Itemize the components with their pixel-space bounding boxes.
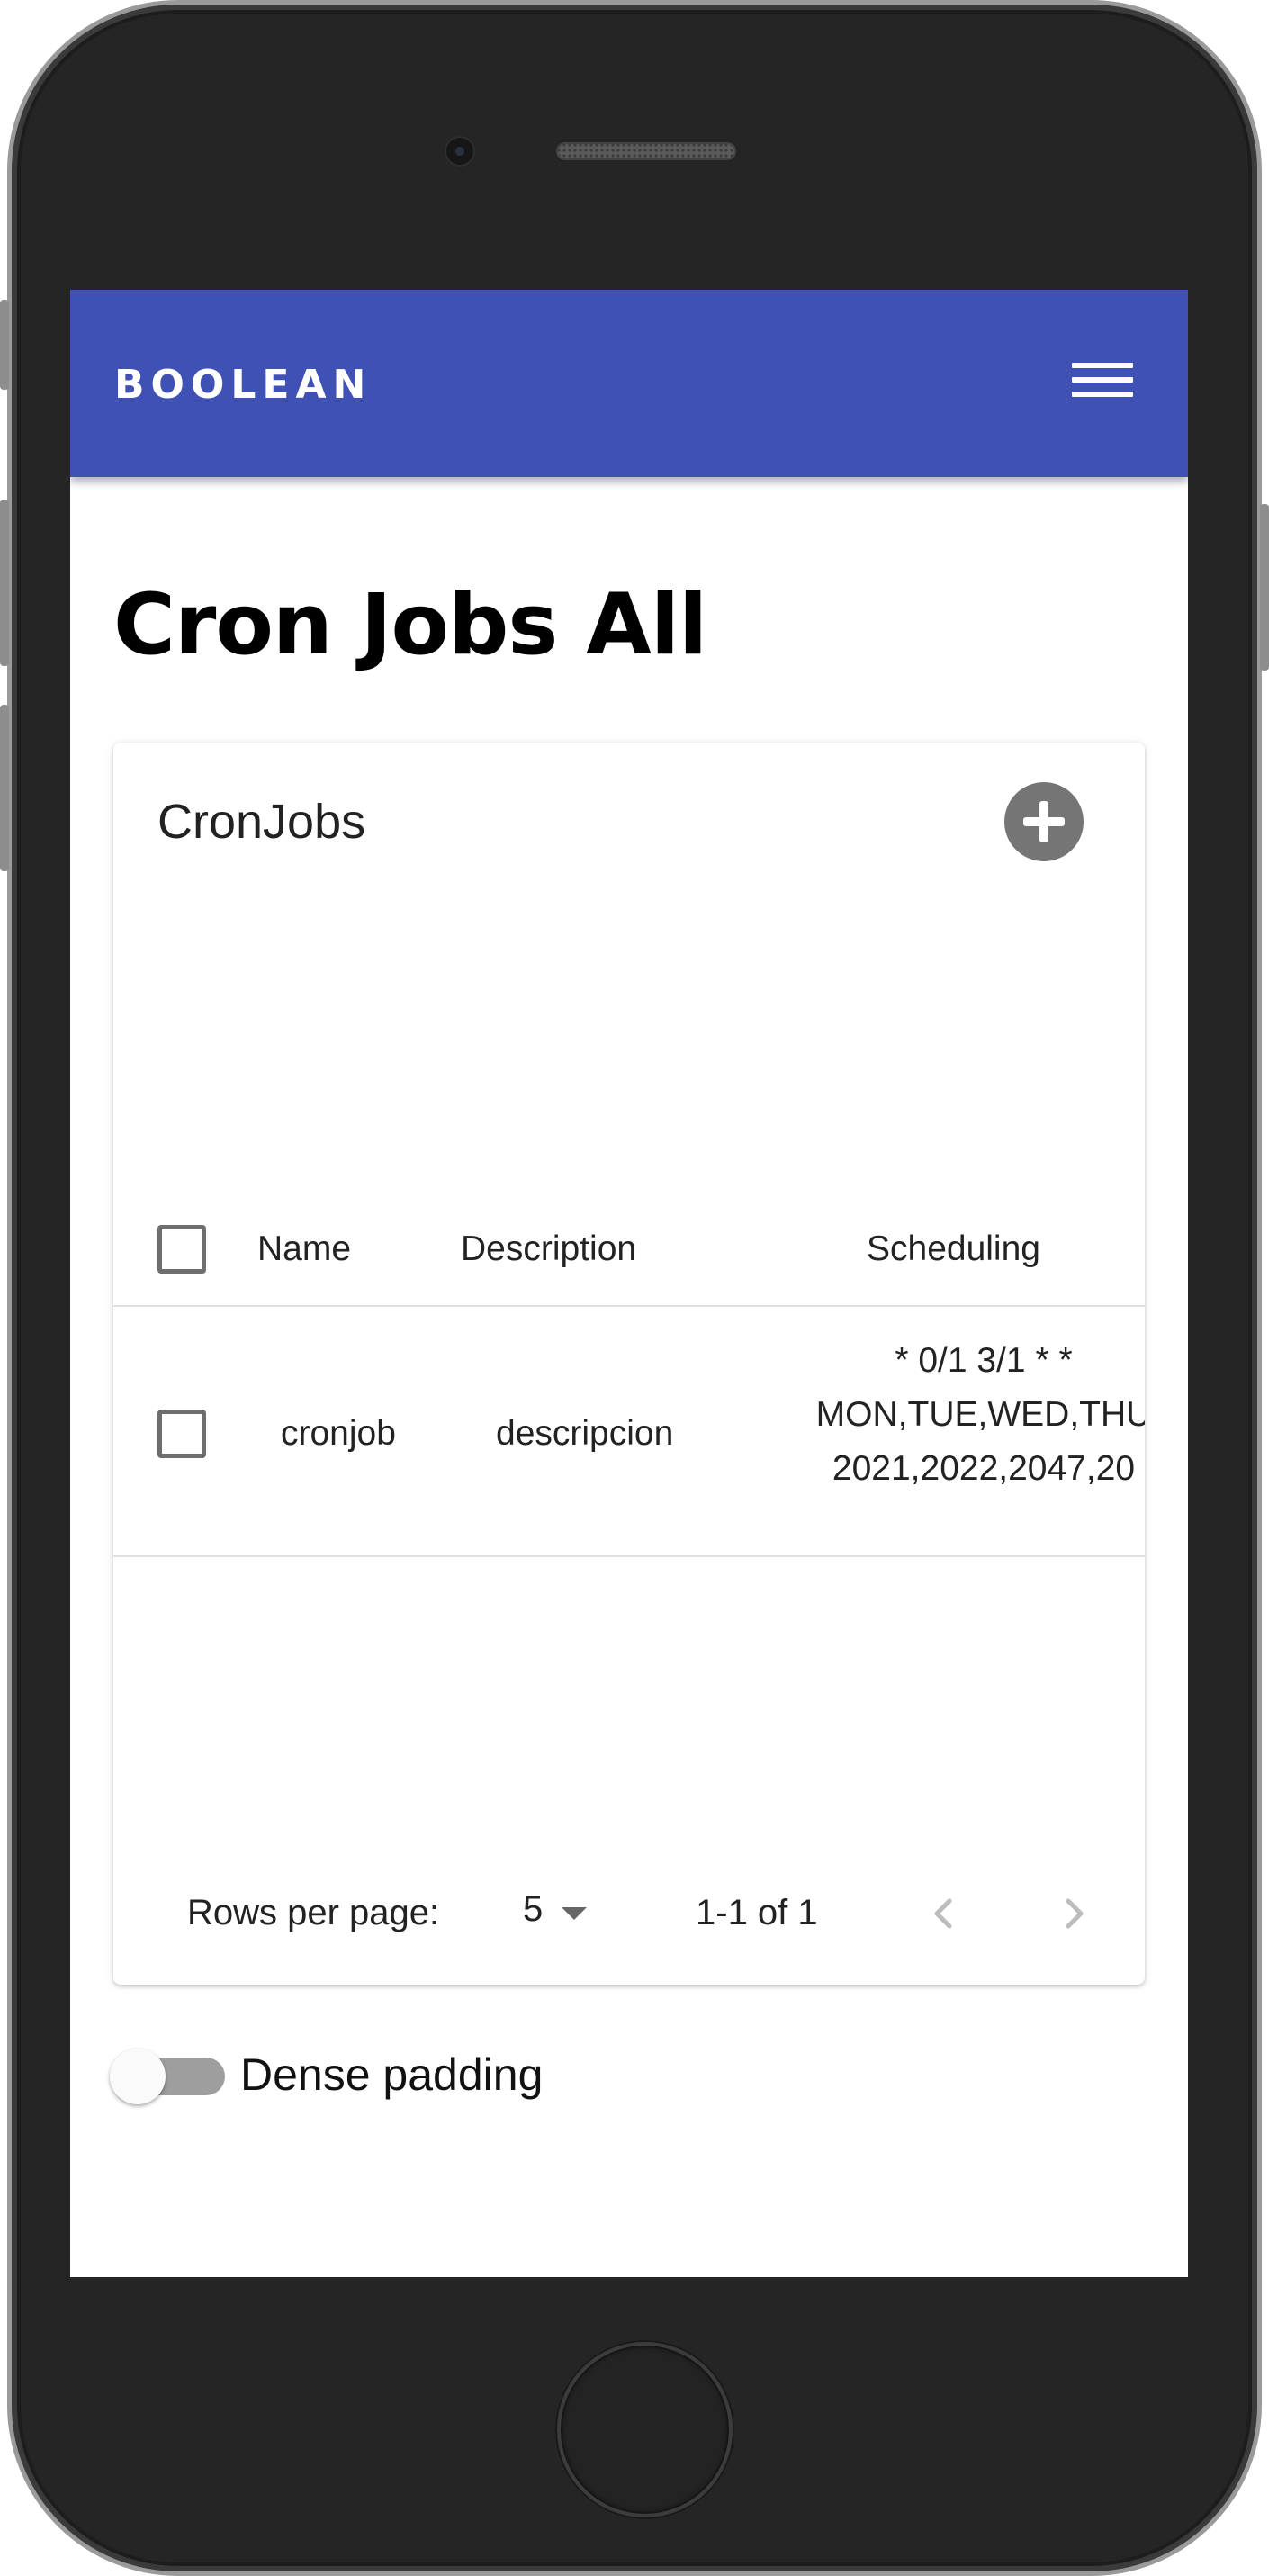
front-camera	[446, 138, 473, 165]
page-title: Cron Jobs All	[113, 576, 707, 674]
switch-thumb[interactable]	[110, 2049, 166, 2104]
column-header-description[interactable]: Description	[461, 1229, 636, 1269]
column-header-name[interactable]: Name	[257, 1229, 351, 1269]
table-title: CronJobs	[158, 795, 366, 849]
app-bar: BOOLEAN	[70, 290, 1188, 477]
select-all-checkbox[interactable]	[158, 1225, 206, 1274]
brand-logo[interactable]: BOOLEAN	[114, 362, 372, 408]
home-button[interactable]	[557, 2342, 733, 2517]
row-checkbox[interactable]	[158, 1410, 206, 1458]
volume-down-button	[0, 705, 9, 871]
rows-per-page-select[interactable]: 5	[523, 1889, 543, 1930]
cell-description: descripcion	[496, 1414, 674, 1453]
row-divider	[113, 1555, 1145, 1557]
chevron-right-icon[interactable]	[1056, 1894, 1092, 1933]
earpiece-speaker	[556, 142, 736, 160]
add-circle-icon[interactable]	[1004, 782, 1084, 861]
volume-up-button	[0, 500, 9, 666]
scheduling-line: 2021,2022,2047,20	[832, 1449, 1136, 1488]
column-header-scheduling[interactable]: Scheduling	[867, 1229, 1040, 1269]
pagination-range: 1-1 of 1	[696, 1893, 818, 1932]
scheduling-line: MON,TUE,WED,THU	[815, 1395, 1145, 1434]
chevron-down-icon[interactable]	[562, 1907, 587, 1920]
hamburger-menu-icon[interactable]	[1066, 348, 1138, 411]
rows-per-page-label: Rows per page:	[187, 1893, 440, 1932]
header-divider	[113, 1305, 1145, 1307]
mute-switch	[0, 300, 9, 390]
dense-padding-label: Dense padding	[240, 2049, 544, 2100]
cronjobs-table-card: CronJobs Name Description Scheduling cro…	[113, 743, 1145, 1985]
cell-name: cronjob	[281, 1414, 396, 1453]
power-button	[1260, 504, 1269, 671]
scheduling-line: * 0/1 3/1 * *	[895, 1341, 1073, 1380]
app-screen: BOOLEAN Cron Jobs All CronJobs Name Desc…	[70, 290, 1188, 2277]
chevron-left-icon[interactable]	[926, 1894, 962, 1933]
